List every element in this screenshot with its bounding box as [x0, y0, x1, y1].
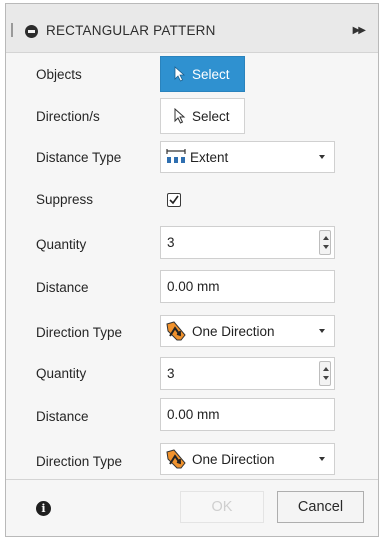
drag-handle[interactable]: [11, 23, 13, 37]
suppress-checkbox[interactable]: [167, 193, 181, 207]
distance-type-dropdown[interactable]: Extent: [160, 141, 335, 173]
dialog-title: RECTANGULAR PATTERN: [46, 23, 216, 38]
distance-label-2: Distance: [36, 409, 89, 424]
objects-label: Objects: [36, 67, 82, 82]
distance-row-2: Distance 0.00 mm: [6, 396, 378, 438]
directions-label: Direction/s: [36, 109, 100, 124]
directions-row: Direction/s Select: [6, 94, 378, 136]
ok-button[interactable]: OK: [180, 491, 264, 523]
chevron-up-icon[interactable]: [323, 236, 329, 240]
chevron-down-icon: [319, 329, 325, 333]
collapse-circle-icon[interactable]: [25, 25, 38, 38]
quantity-row-1: Quantity 3: [6, 223, 378, 265]
chevron-down-icon: [319, 457, 325, 461]
suppress-label: Suppress: [36, 192, 94, 207]
quantity-stepper-2[interactable]: [319, 361, 331, 386]
distance-label-1: Distance: [36, 280, 89, 295]
distance-input-1[interactable]: 0.00 mm: [160, 270, 335, 303]
distance-input-2[interactable]: 0.00 mm: [160, 398, 335, 431]
direction-type-row-2: Direction Type One Direction: [6, 440, 378, 482]
quantity-label-1: Quantity: [36, 237, 87, 252]
info-icon[interactable]: i: [36, 501, 51, 516]
quantity-row-2: Quantity 3: [6, 353, 378, 395]
cursor-arrow-icon: [174, 66, 186, 82]
distance-type-label: Distance Type: [36, 150, 122, 165]
suppress-row: Suppress: [6, 178, 378, 220]
objects-select-button[interactable]: Select: [160, 56, 245, 92]
chevron-down-icon: [319, 155, 325, 159]
one-direction-icon: [166, 321, 186, 341]
directions-select-label: Select: [192, 108, 230, 124]
chevron-down-icon[interactable]: [323, 245, 329, 249]
double-chevron-right-icon[interactable]: ▶▶: [353, 25, 366, 36]
direction-type-label-2: Direction Type: [36, 454, 123, 469]
direction-type-dropdown-1[interactable]: One Direction: [160, 315, 335, 347]
direction-type-row-1: Direction Type One Direction: [6, 310, 378, 352]
distance-row-1: Distance 0.00 mm: [6, 267, 378, 309]
dialog-header[interactable]: RECTANGULAR PATTERN ▶▶: [6, 4, 378, 53]
checkmark-icon: [169, 195, 179, 205]
extent-icon: [166, 149, 186, 163]
one-direction-icon: [166, 449, 186, 469]
dialog-footer: i OK Cancel: [6, 479, 378, 536]
quantity-stepper-1[interactable]: [319, 230, 331, 255]
chevron-down-icon[interactable]: [323, 376, 329, 380]
quantity-field-1[interactable]: 3: [160, 226, 335, 259]
cursor-arrow-icon: [174, 108, 186, 124]
distance-value-2: 0.00 mm: [167, 407, 220, 422]
quantity-field-2[interactable]: 3: [160, 357, 335, 390]
rectangular-pattern-dialog: RECTANGULAR PATTERN ▶▶ Objects Select Di…: [5, 3, 379, 537]
chevron-up-icon[interactable]: [323, 367, 329, 371]
distance-type-row: Distance Type Extent: [6, 136, 378, 178]
cancel-button[interactable]: Cancel: [277, 491, 364, 523]
quantity-value-2: 3: [167, 366, 175, 381]
objects-row: Objects Select: [6, 52, 378, 94]
objects-select-label: Select: [192, 66, 230, 82]
directions-select-button[interactable]: Select: [160, 98, 245, 134]
direction-type-value-1: One Direction: [192, 323, 275, 339]
quantity-label-2: Quantity: [36, 366, 87, 381]
direction-type-dropdown-2[interactable]: One Direction: [160, 443, 335, 475]
direction-type-label-1: Direction Type: [36, 325, 123, 340]
distance-value-1: 0.00 mm: [167, 279, 220, 294]
quantity-value-1: 3: [167, 235, 175, 250]
distance-type-value: Extent: [190, 149, 229, 165]
direction-type-value-2: One Direction: [192, 451, 275, 467]
